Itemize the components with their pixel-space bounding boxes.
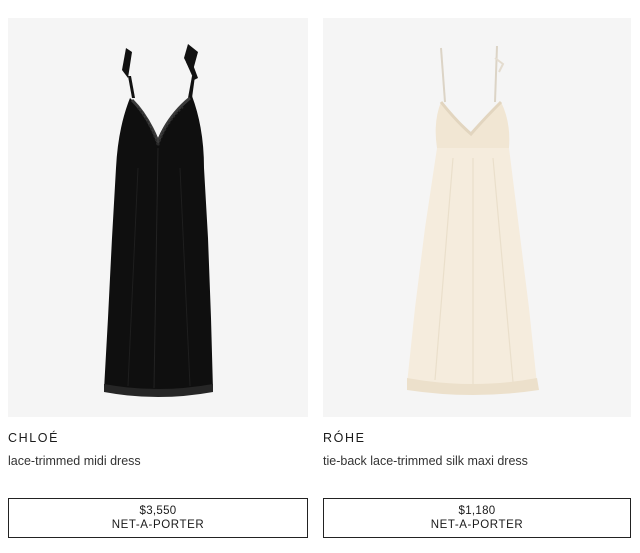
product-card[interactable]: CHLOÉ lace-trimmed midi dress $3,550 NET… <box>8 18 308 538</box>
shop-button[interactable]: $1,180 NET-A-PORTER <box>323 498 631 538</box>
shop-button[interactable]: $3,550 NET-A-PORTER <box>8 498 308 538</box>
product-image[interactable] <box>8 18 308 417</box>
product-price: $1,180 <box>458 505 496 517</box>
retailer-name: NET-A-PORTER <box>111 519 205 531</box>
retailer-name: NET-A-PORTER <box>430 519 524 531</box>
product-card[interactable]: RÓHE tie-back lace-trimmed silk maxi dre… <box>323 18 631 538</box>
black-slip-dress-icon <box>104 44 213 397</box>
ivory-slip-dress-icon <box>407 45 539 395</box>
product-name[interactable]: lace-trimmed midi dress <box>8 454 308 468</box>
product-image[interactable] <box>323 18 631 417</box>
product-brand[interactable]: RÓHE <box>323 431 631 445</box>
product-price: $3,550 <box>139 505 177 517</box>
product-brand[interactable]: CHLOÉ <box>8 431 308 445</box>
product-name[interactable]: tie-back lace-trimmed silk maxi dress <box>323 454 631 468</box>
